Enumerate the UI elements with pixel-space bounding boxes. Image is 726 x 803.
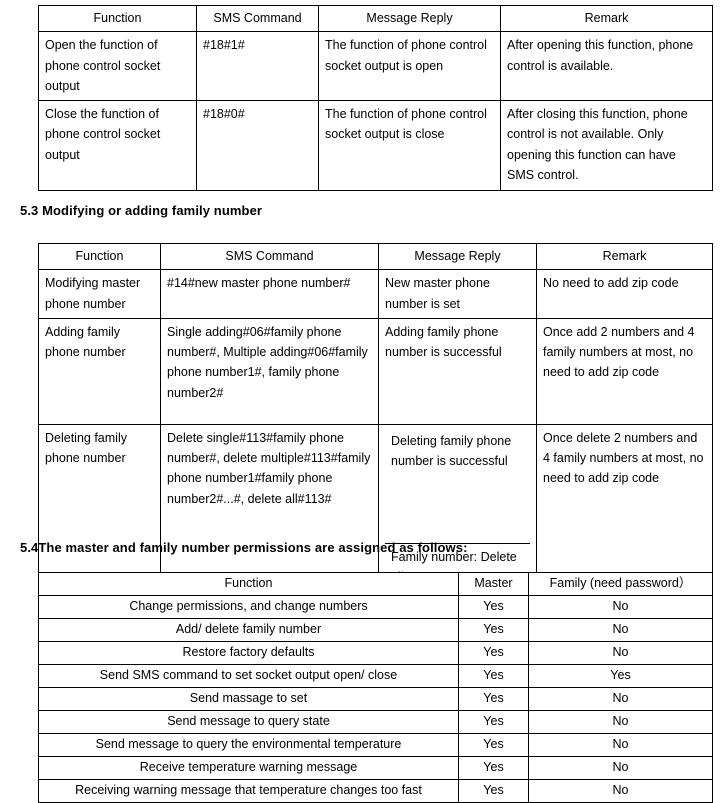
cell-remark: After opening this function, phone contr… [500,31,713,101]
cell-master: Yes [458,733,529,757]
table-row: Open the function of phone control socke… [38,31,713,101]
cell-remark: Once add 2 numbers and 4 family numbers … [536,317,713,425]
cell-function: Receiving warning message that temperatu… [38,779,459,803]
table-row: Send SMS command to set socket output op… [38,664,713,688]
column-header-sms-command: SMS Command [196,4,319,33]
column-header-master: Master [458,572,529,596]
cell-master: Yes [458,641,529,665]
cell-function: Open the function of phone control socke… [38,31,197,101]
cell-family: No [528,756,713,780]
cell-message-reply: The function of phone control socket out… [318,31,501,101]
table-row: Receive temperature warning message Yes … [38,756,713,780]
cell-function: Close the function of phone control sock… [38,100,197,191]
cell-family: No [528,595,713,619]
cell-family: No [528,641,713,665]
cell-function: Send message to query the environmental … [38,733,459,757]
cell-message-reply: New master phone number is set [378,269,537,319]
cell-remark: After closing this function, phone contr… [500,100,713,191]
table-header-row: Function Master Family (need password） [38,572,713,596]
cell-function: Modifying master phone number [38,269,161,319]
column-header-message-reply: Message Reply [378,242,537,271]
cell-master: Yes [458,779,529,803]
column-header-remark: Remark [500,4,713,33]
column-header-sms-command: SMS Command [160,242,379,271]
cell-master: Yes [458,687,529,711]
column-header-function: Function [38,242,161,271]
cell-family: Yes [528,664,713,688]
cell-message-reply: Adding family phone number is successful [378,317,537,425]
cell-function: Restore factory defaults [38,641,459,665]
table-row: Restore factory defaults Yes No [38,641,713,665]
table-row: Send massage to set Yes No [38,687,713,711]
table-row: Modifying master phone number #14#new ma… [38,269,713,319]
cell-function: Send massage to set [38,687,459,711]
table-row: Receiving warning message that temperatu… [38,779,713,803]
table-row: Close the function of phone control sock… [38,100,713,191]
column-header-function: Function [38,4,197,33]
cell-message-reply-primary: Deleting family phone number is successf… [385,427,530,544]
cell-function: Send SMS command to set socket output op… [38,664,459,688]
cell-function: Adding family phone number [38,317,161,425]
permissions-table: Function Master Family (need password） C… [38,572,713,803]
cell-master: Yes [458,710,529,734]
cell-sms-command: #18#0# [196,100,319,191]
column-header-function: Function [38,572,459,596]
table-row: Adding family phone number Single adding… [38,317,713,425]
cell-family: No [528,733,713,757]
document-page: Function SMS Command Message Reply Remar… [0,0,726,803]
split-row-primary: Deleting family phone number is successf… [385,427,530,544]
cell-remark: No need to add zip code [536,269,713,319]
cell-master: Yes [458,618,529,642]
cell-function: Change permissions, and change numbers [38,595,459,619]
cell-family: No [528,710,713,734]
table-row: Add/ delete family number Yes No [38,618,713,642]
table-row: Send message to query state Yes No [38,710,713,734]
table-header-row: Function SMS Command Message Reply Remar… [38,4,713,33]
cell-function: Receive temperature warning message [38,756,459,780]
table-row: Change permissions, and change numbers Y… [38,595,713,619]
cell-function: Add/ delete family number [38,618,459,642]
cell-family: No [528,687,713,711]
cell-function: Send message to query state [38,710,459,734]
cell-master: Yes [458,756,529,780]
cell-family: No [528,779,713,803]
cell-master: Yes [458,664,529,688]
column-header-remark: Remark [536,242,713,271]
cell-family: No [528,618,713,642]
section-heading-5-4: 5.4The master and family number permissi… [20,540,468,555]
table-row: Send message to query the environmental … [38,733,713,757]
cell-sms-command: #18#1# [196,31,319,101]
cell-sms-command: #14#new master phone number# [160,269,379,319]
section-heading-5-3: 5.3 Modifying or adding family number [20,203,263,218]
column-header-message-reply: Message Reply [318,4,501,33]
cell-message-reply: The function of phone control socket out… [318,100,501,191]
cell-sms-command: Single adding#06#family phone number#, M… [160,317,379,425]
cell-master: Yes [458,595,529,619]
column-header-family: Family (need password） [528,572,713,596]
socket-output-sms-table: Function SMS Command Message Reply Remar… [38,4,713,191]
table-header-row: Function SMS Command Message Reply Remar… [38,242,713,271]
